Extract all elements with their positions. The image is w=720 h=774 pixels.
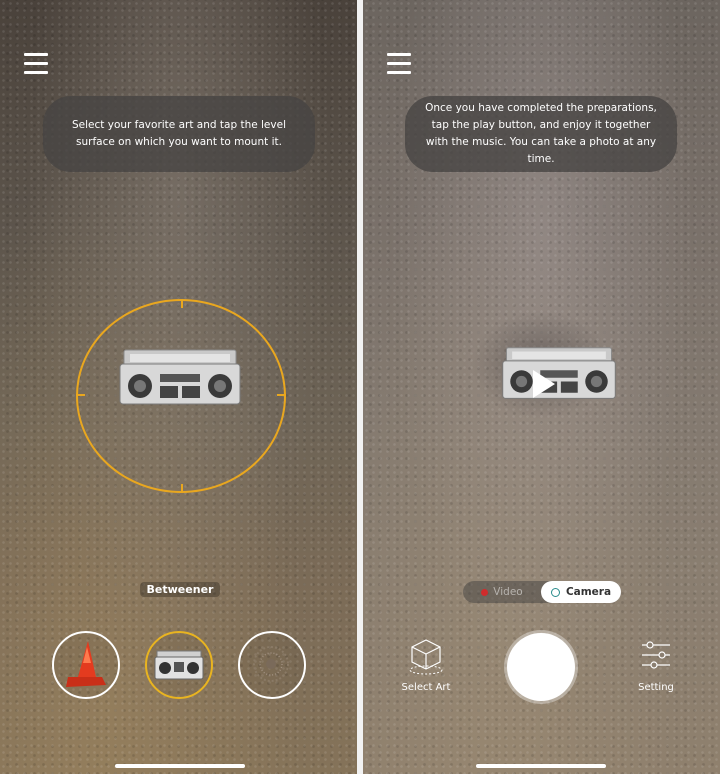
art-thumb-boombox[interactable] xyxy=(145,631,213,699)
hint-bubble: Select your favorite art and tap the lev… xyxy=(43,96,315,172)
selected-art-label: Betweener xyxy=(140,582,220,597)
boombox-model xyxy=(502,347,616,399)
hint-text: Select your favorite art and tap the lev… xyxy=(72,119,286,148)
cube-icon xyxy=(409,639,443,675)
setting-button[interactable]: Setting xyxy=(621,636,691,693)
setting-label: Setting xyxy=(638,682,674,693)
hint-text: Once you have completed the preparations… xyxy=(425,102,657,165)
boombox-model xyxy=(119,349,241,405)
select-art-button[interactable]: Select Art xyxy=(391,636,461,693)
ornament-icon xyxy=(253,646,289,682)
menu-icon[interactable] xyxy=(387,53,411,74)
play-icon[interactable] xyxy=(533,370,555,398)
menu-icon[interactable] xyxy=(24,53,48,74)
art-thumb-cone[interactable] xyxy=(52,631,120,699)
select-art-label: Select Art xyxy=(401,682,451,693)
mode-camera-label: Camera xyxy=(565,586,612,598)
record-dot-icon xyxy=(481,588,489,596)
art-thumb-ornament[interactable] xyxy=(238,631,306,699)
hint-bubble: Once you have completed the preparations… xyxy=(405,96,677,172)
left-screen: Select your favorite art and tap the lev… xyxy=(0,0,357,774)
sliders-icon xyxy=(642,641,670,669)
home-indicator[interactable] xyxy=(115,764,245,768)
mode-video-button[interactable]: Video xyxy=(463,581,541,603)
cone-icon xyxy=(66,641,106,687)
right-screen: Once you have completed the preparations… xyxy=(363,0,720,774)
boombox-icon xyxy=(154,650,204,680)
shutter-button[interactable] xyxy=(507,633,575,701)
mode-video-label: Video xyxy=(493,586,523,598)
home-indicator[interactable] xyxy=(476,764,606,768)
mode-camera-button[interactable]: Camera xyxy=(541,581,621,603)
capture-mode-toggle: Video Camera xyxy=(463,581,621,603)
camera-ring-icon xyxy=(550,587,560,597)
